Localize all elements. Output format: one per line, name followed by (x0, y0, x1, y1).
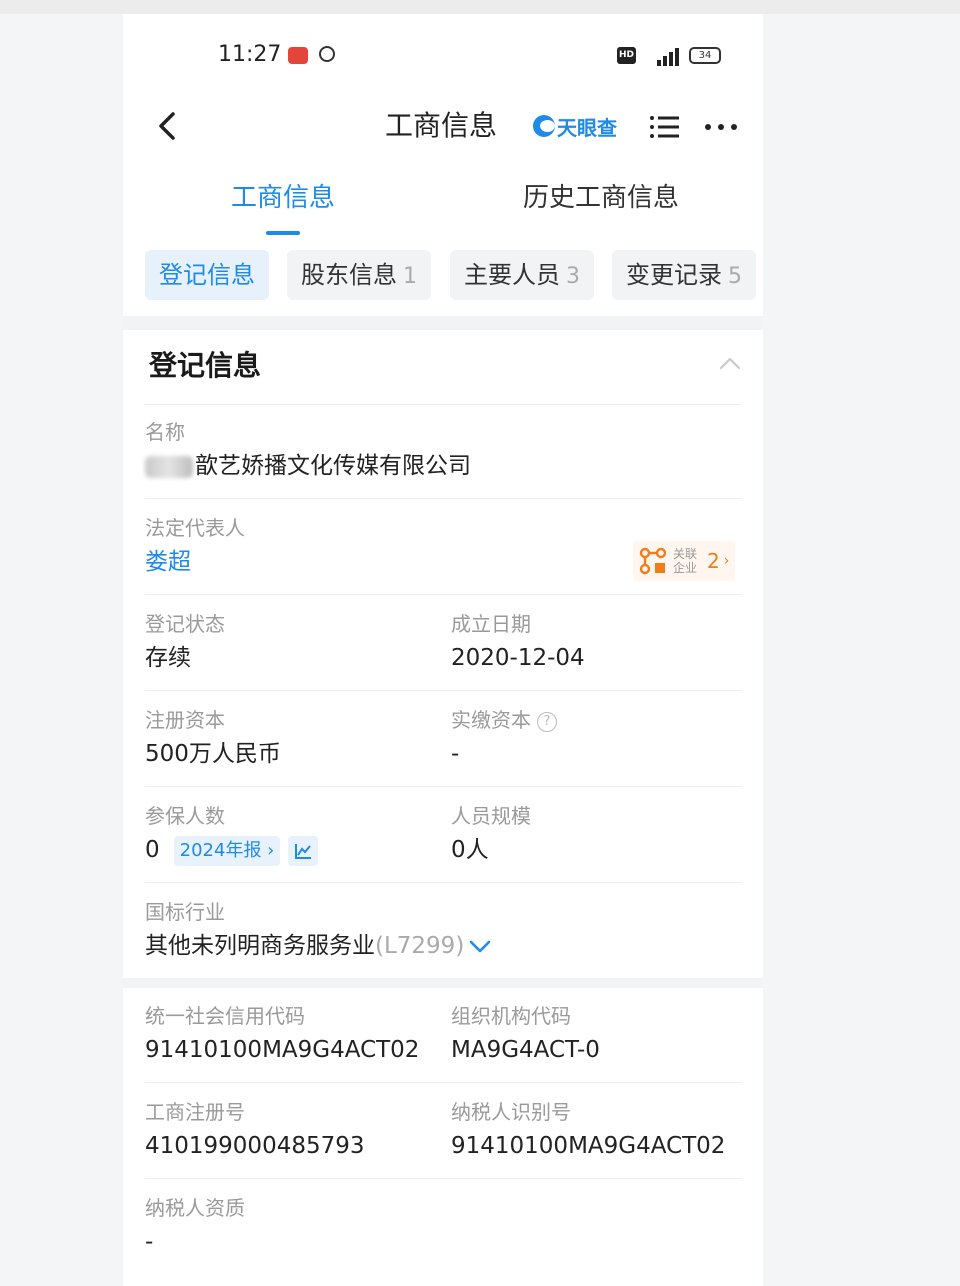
main-tabs: 工商信息 历史工商信息 (123, 158, 763, 238)
active-tab-indicator (266, 231, 300, 235)
collapse-chevron-up-icon[interactable] (719, 356, 741, 370)
divider (145, 882, 741, 883)
divider (145, 1178, 741, 1179)
related-companies-icon (639, 547, 667, 575)
reg-number-value: 410199000485793 (145, 1133, 365, 1159)
staff-size-label: 人员规模 (451, 804, 531, 828)
reg-number-label: 工商注册号 (145, 1100, 245, 1124)
subtab-change-records[interactable]: 变更记录 5 (612, 250, 756, 300)
status-bar: 11:27 HD 34 (123, 14, 763, 94)
industry-value: 其他未列明商务服务业 (145, 933, 375, 959)
sub-tabs: 登记信息 股东信息 1 主要人员 3 变更记录 5 (123, 238, 763, 316)
related-companies-button[interactable]: 关联企业 2 › (633, 541, 736, 581)
industry-code: (L7299) (375, 933, 465, 959)
codes-card: 统一社会信用代码 91410100MA9G4ACT02 组织机构代码 MA9G4… (123, 988, 763, 1286)
annual-report-label: 2024年报 (179, 839, 262, 861)
insured-count-label: 参保人数 (145, 804, 225, 828)
subtab-label: 股东信息 (301, 261, 397, 289)
paid-capital-value: - (451, 741, 460, 767)
reg-status-label: 登记状态 (145, 612, 225, 636)
related-companies-label: 关联企业 (673, 547, 698, 575)
legal-rep-link[interactable]: 娄超 (145, 546, 191, 578)
subtab-count: 5 (728, 264, 742, 289)
founded-date-label: 成立日期 (451, 612, 531, 636)
taxpayer-qualification-label: 纳税人资质 (145, 1196, 245, 1220)
registration-card: 登记信息 名称 歆艺娇播文化传媒有限公司 法定代表人 娄超 关联企业 2 › 登… (123, 330, 763, 978)
company-name-value: 歆艺娇播文化传媒有限公司 (145, 450, 471, 482)
notification-search-icon (319, 46, 335, 62)
reg-status-value: 存续 (145, 645, 191, 671)
company-name-label: 名称 (145, 420, 185, 444)
taxpayer-id-label: 纳税人识别号 (451, 1100, 571, 1124)
signal-icon (651, 46, 681, 66)
taxpayer-id-value: 91410100MA9G4ACT02 (451, 1133, 726, 1159)
industry-label: 国标行业 (145, 900, 225, 924)
subtab-count: 3 (566, 264, 580, 289)
subtab-label: 主要人员 (464, 261, 560, 289)
trend-chart-icon[interactable] (288, 835, 319, 866)
insured-count-row: 0 2024年报 › (145, 834, 319, 866)
divider (145, 690, 741, 691)
credit-code-label: 统一社会信用代码 (145, 1004, 305, 1028)
help-question-icon[interactable]: ? (537, 711, 557, 732)
insured-count-value: 0 (145, 837, 160, 863)
list-menu-icon[interactable] (649, 114, 679, 140)
back-arrow-icon[interactable] (153, 102, 183, 150)
notification-app-icon (288, 47, 308, 64)
status-time: 11:27 (218, 42, 282, 67)
taxpayer-qualification-value: - (145, 1229, 154, 1255)
redacted-blur (145, 455, 193, 478)
divider (145, 404, 741, 405)
paid-capital-label-text: 实缴资本 (451, 708, 531, 732)
battery-icon: 34 (689, 47, 721, 64)
divider (145, 1082, 741, 1083)
page-title: 工商信息 (385, 109, 498, 142)
subtab-registration[interactable]: 登记信息 (145, 250, 269, 300)
industry-value-row[interactable]: 其他未列明商务服务业(L7299) (145, 930, 492, 962)
subtab-key-personnel[interactable]: 主要人员 3 (450, 250, 594, 300)
divider (145, 594, 741, 595)
phone-screen: 11:27 HD 34 工商信息 天眼查 工商信息 历史工商信息 登记信息 股东… (123, 14, 763, 1286)
legal-rep-label: 法定代表人 (145, 516, 245, 540)
more-options-icon[interactable] (703, 114, 739, 140)
logo-text: 天眼查 (557, 115, 617, 140)
window-top-strip (0, 0, 960, 14)
section-title: 登记信息 (149, 349, 262, 382)
annual-report-chip[interactable]: 2024年报 › (173, 835, 281, 866)
paid-capital-label: 实缴资本? (451, 706, 557, 734)
chevron-down-icon (469, 940, 491, 952)
founded-date-value: 2020-12-04 (451, 645, 585, 671)
subtab-count: 1 (403, 264, 417, 289)
registered-capital-value: 500万人民币 (145, 741, 281, 767)
staff-size-value: 0人 (451, 837, 489, 863)
credit-code-value: 91410100MA9G4ACT02 (145, 1037, 420, 1063)
chevron-right-icon: › (723, 553, 730, 569)
logo-mark-icon (533, 115, 555, 137)
subtab-label: 登记信息 (159, 261, 255, 289)
divider (145, 498, 741, 499)
org-code-value: MA9G4ACT-0 (451, 1037, 600, 1063)
org-code-label: 组织机构代码 (451, 1004, 571, 1028)
subtab-shareholders[interactable]: 股东信息 1 (287, 250, 431, 300)
tab-business-info[interactable]: 工商信息 (231, 180, 335, 216)
registered-capital-label: 注册资本 (145, 708, 225, 732)
subtab-label: 变更记录 (626, 261, 722, 289)
company-name-text: 歆艺娇播文化传媒有限公司 (195, 453, 471, 479)
nav-bar: 工商信息 天眼查 (123, 94, 763, 158)
divider (145, 786, 741, 787)
tianyancha-logo: 天眼查 (533, 108, 617, 144)
related-companies-count: 2 (707, 549, 720, 573)
hd-icon: HD (617, 47, 636, 64)
tab-history-business-info[interactable]: 历史工商信息 (523, 180, 679, 216)
